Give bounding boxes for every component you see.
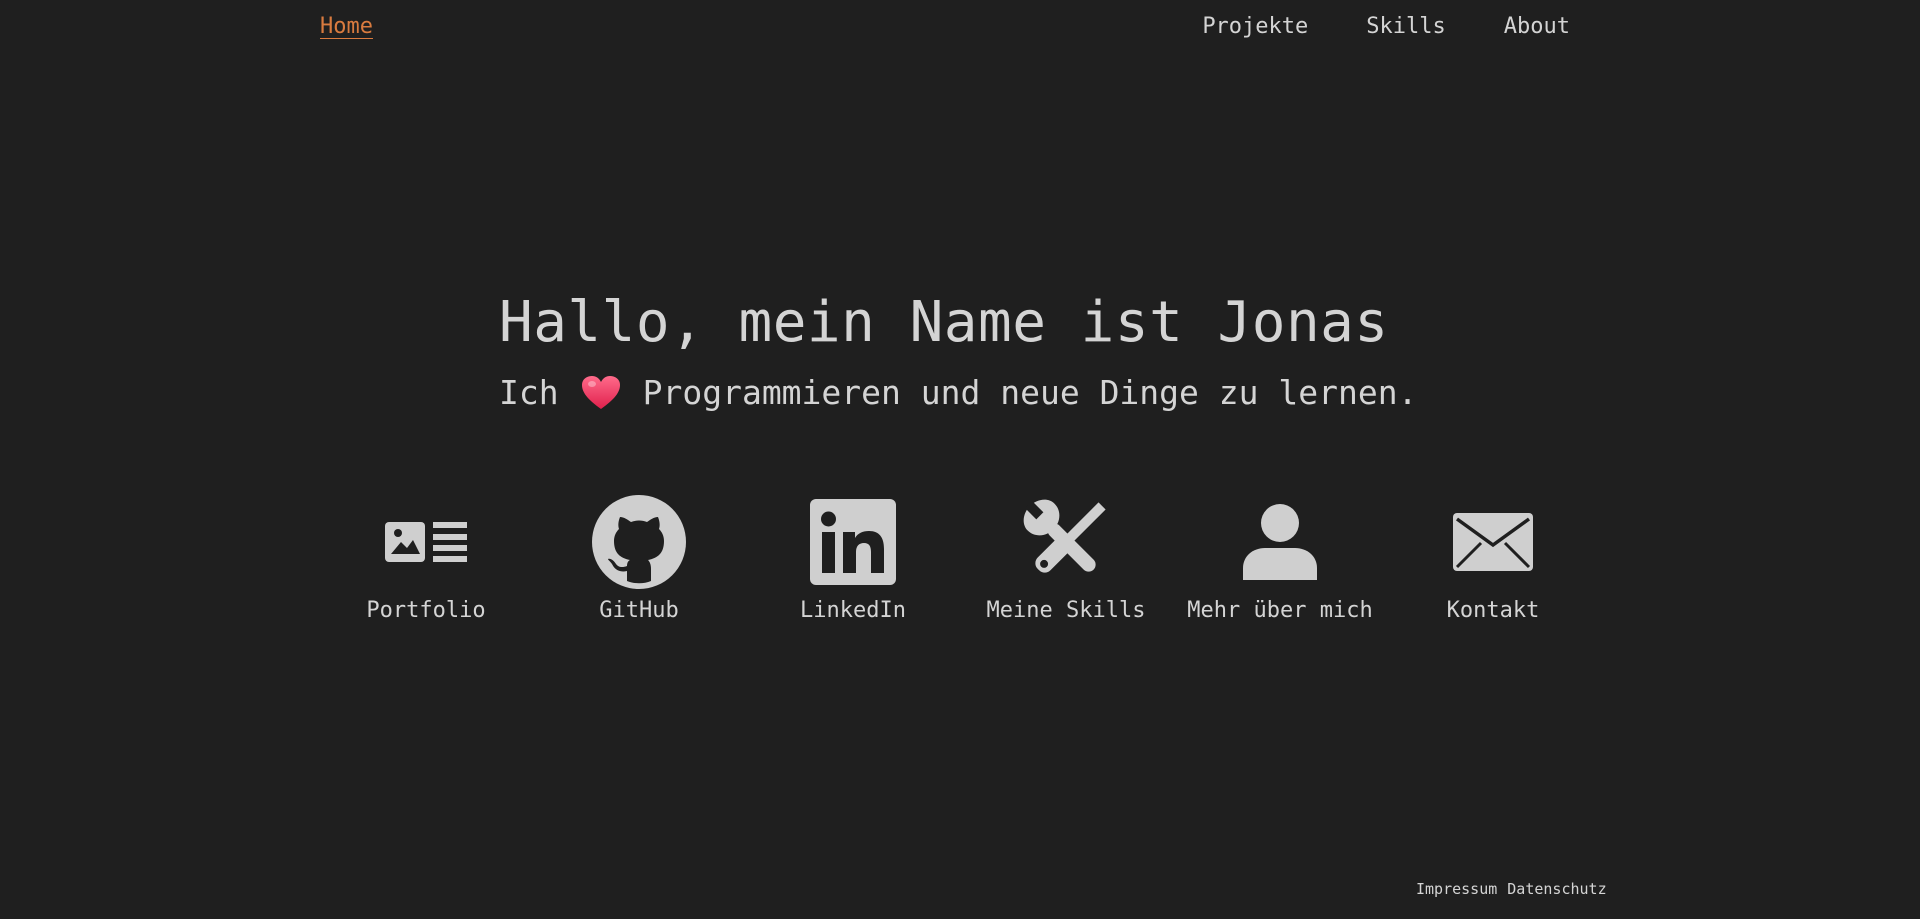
page: Home Projekte Skills About Hallo, mein N… bbox=[0, 0, 1920, 919]
hero-subtitle: Ich Programmieren und neue Dinge zu lern… bbox=[499, 373, 1417, 412]
hero-subtitle-prefix: Ich bbox=[499, 373, 559, 412]
hero-title: Hallo, mein Name ist Jonas bbox=[499, 290, 1389, 355]
link-label: LinkedIn bbox=[800, 598, 906, 623]
impressum-link[interactable]: Impressum bbox=[1416, 880, 1497, 898]
linkedin-icon bbox=[803, 494, 903, 590]
nav-link-projekte[interactable]: Projekte bbox=[1202, 14, 1308, 39]
hero: Hallo, mein Name ist Jonas Ich Programmi… bbox=[499, 290, 1417, 412]
envelope-icon bbox=[1443, 494, 1543, 590]
nav-link-skills[interactable]: Skills bbox=[1366, 14, 1445, 39]
github-icon bbox=[589, 494, 689, 590]
link-about-me[interactable]: Mehr über mich bbox=[1180, 494, 1380, 623]
link-linkedin[interactable]: LinkedIn bbox=[753, 494, 953, 623]
nav-home-link[interactable]: Home bbox=[320, 14, 373, 39]
tools-icon bbox=[1016, 494, 1116, 590]
link-label: Meine Skills bbox=[986, 598, 1146, 623]
link-skills[interactable]: Meine Skills bbox=[966, 494, 1166, 623]
link-portfolio[interactable]: Portfolio bbox=[326, 494, 526, 623]
link-github[interactable]: GitHub bbox=[539, 494, 739, 623]
link-label: Mehr über mich bbox=[1187, 598, 1373, 623]
heart-icon bbox=[581, 375, 620, 409]
footer: Impressum Datenschutz bbox=[1416, 880, 1607, 898]
datenschutz-link[interactable]: Datenschutz bbox=[1507, 880, 1606, 898]
user-icon bbox=[1230, 494, 1330, 590]
link-label: Kontakt bbox=[1446, 598, 1540, 623]
top-nav: Projekte Skills About bbox=[1202, 14, 1570, 39]
nav-link-about[interactable]: About bbox=[1504, 14, 1570, 39]
hero-subtitle-suffix: Programmieren und neue Dinge zu lernen. bbox=[642, 373, 1418, 412]
link-label: GitHub bbox=[599, 598, 679, 623]
link-kontakt[interactable]: Kontakt bbox=[1393, 494, 1593, 623]
link-label: Portfolio bbox=[366, 598, 486, 623]
portfolio-icon bbox=[376, 494, 476, 590]
